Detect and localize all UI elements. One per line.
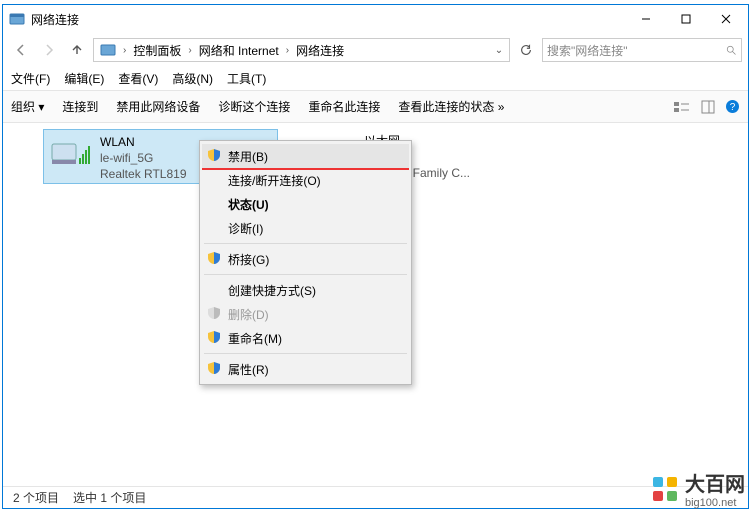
chevron-right-icon: ›	[283, 45, 292, 56]
shield-icon	[207, 306, 221, 320]
maximize-button[interactable]	[666, 5, 706, 33]
shield-icon	[207, 251, 221, 265]
cmd-diagnose[interactable]: 诊断这个连接	[218, 98, 290, 115]
connection-device: Realtek RTL819	[100, 166, 187, 182]
menu-view[interactable]: 查看(V)	[118, 70, 158, 87]
shield-icon	[207, 148, 221, 162]
window-title: 网络连接	[31, 11, 626, 28]
cmd-organize[interactable]: 组织 ▾	[11, 98, 44, 115]
minimize-button[interactable]	[626, 5, 666, 33]
chevron-right-icon: ›	[120, 45, 129, 56]
separator	[204, 274, 407, 275]
up-button[interactable]	[65, 38, 89, 62]
ctx-delete: 删除(D)	[202, 302, 409, 326]
ctx-disable[interactable]: 禁用(B)	[202, 144, 409, 168]
menu-tools[interactable]: 工具(T)	[227, 70, 266, 87]
search-placeholder: 搜索"网络连接"	[547, 42, 628, 59]
shield-icon	[207, 361, 221, 375]
svg-text:?: ?	[730, 102, 736, 113]
separator	[204, 353, 407, 354]
titlebar: 网络连接	[3, 5, 748, 33]
view-options-icon[interactable]	[673, 100, 691, 114]
breadcrumb-icon	[100, 42, 116, 58]
crumb-network-connections[interactable]: 网络连接	[292, 42, 348, 59]
breadcrumb[interactable]: › 控制面板 › 网络和 Internet › 网络连接 ⌄	[93, 38, 510, 62]
separator	[204, 243, 407, 244]
cmd-view-status[interactable]: 查看此连接的状态 »	[398, 98, 504, 115]
cmd-connect[interactable]: 连接到	[62, 98, 98, 115]
watermark-text: 大百网	[685, 474, 745, 496]
status-bar: 2 个项目 选中 1 个项目	[3, 486, 748, 508]
command-bar: 组织 ▾ 连接到 禁用此网络设备 诊断这个连接 重命名此连接 查看此连接的状态 …	[3, 91, 748, 123]
watermark-logo-icon	[651, 475, 679, 503]
menu-edit[interactable]: 编辑(E)	[64, 70, 104, 87]
window-controls	[626, 5, 746, 33]
menu-file[interactable]: 文件(F)	[11, 70, 50, 87]
ctx-disable-label: 禁用(B)	[228, 148, 268, 165]
status-selection-count: 选中 1 个项目	[73, 489, 146, 506]
preview-pane-icon[interactable]	[701, 100, 715, 114]
chevron-right-icon: ›	[185, 45, 194, 56]
context-menu: 禁用(B) 连接/断开连接(O) 状态(U) 诊断(I) 桥接(G) 创建快捷方…	[199, 140, 412, 385]
cmd-rename[interactable]: 重命名此连接	[308, 98, 380, 115]
menu-bar: 文件(F) 编辑(E) 查看(V) 高级(N) 工具(T)	[3, 67, 748, 91]
watermark: 大百网 big100.net	[651, 468, 745, 509]
ctx-diagnose[interactable]: 诊断(I)	[202, 216, 409, 240]
window-icon	[9, 11, 25, 27]
crumb-control-panel[interactable]: 控制面板	[129, 42, 185, 59]
shield-icon	[207, 330, 221, 344]
help-icon[interactable]: ?	[725, 99, 740, 114]
ctx-properties[interactable]: 属性(R)	[202, 357, 409, 381]
wifi-adapter-icon	[50, 134, 90, 174]
connection-network: le-wifi_5G	[100, 150, 187, 166]
ctx-connect-disconnect[interactable]: 连接/断开连接(O)	[202, 168, 409, 192]
ctx-create-shortcut[interactable]: 创建快捷方式(S)	[202, 278, 409, 302]
close-button[interactable]	[706, 5, 746, 33]
nav-row: › 控制面板 › 网络和 Internet › 网络连接 ⌄ 搜索"网络连接"	[3, 33, 748, 67]
back-button[interactable]	[9, 38, 33, 62]
search-input[interactable]: 搜索"网络连接"	[542, 38, 742, 62]
ctx-rename[interactable]: 重命名(M)	[202, 326, 409, 350]
menu-advanced[interactable]: 高级(N)	[172, 70, 213, 87]
watermark-sub: big100.net	[685, 497, 745, 509]
cmd-disable-device[interactable]: 禁用此网络设备	[116, 98, 200, 115]
search-icon	[725, 44, 737, 56]
crumb-network-internet[interactable]: 网络和 Internet	[195, 42, 283, 59]
status-item-count: 2 个项目	[13, 489, 59, 506]
forward-button[interactable]	[37, 38, 61, 62]
refresh-button[interactable]	[514, 38, 538, 62]
ctx-status[interactable]: 状态(U)	[202, 192, 409, 216]
connection-name: WLAN	[100, 134, 187, 150]
dropdown-icon[interactable]: ⌄	[491, 45, 507, 56]
ctx-bridge[interactable]: 桥接(G)	[202, 247, 409, 271]
